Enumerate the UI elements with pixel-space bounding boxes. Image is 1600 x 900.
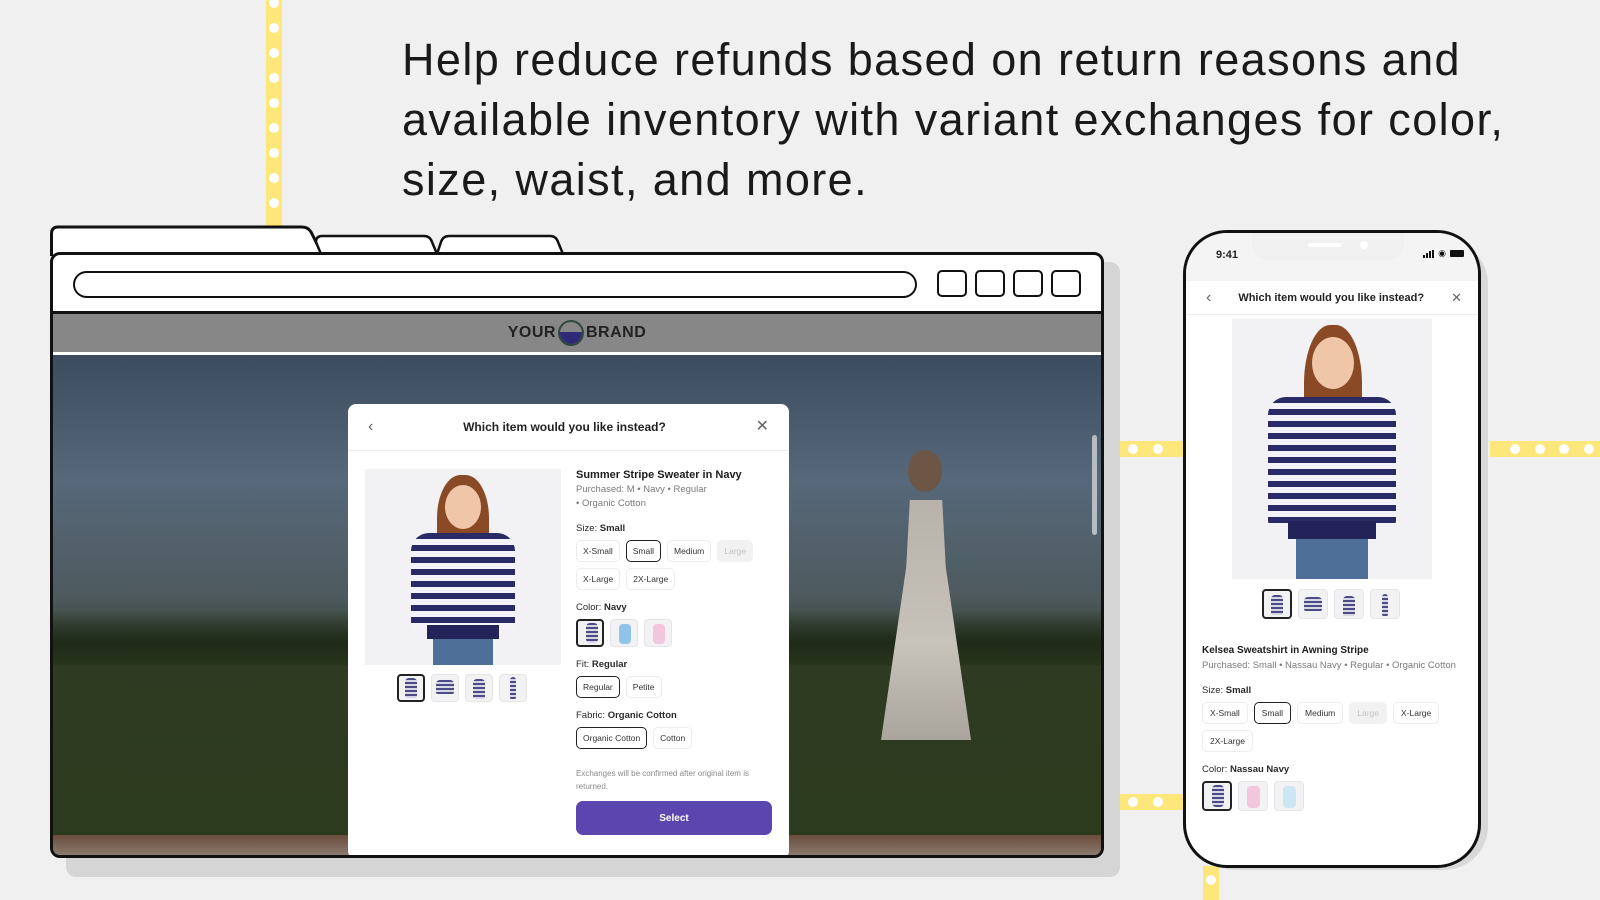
exchange-note: Exchanges will be confirmed after origin… [576, 769, 749, 791]
color-swatch-light-blue[interactable] [1274, 781, 1304, 811]
modal-title: Which item would you like instead? [463, 420, 666, 434]
window-button[interactable] [975, 270, 1005, 297]
product-image [365, 469, 561, 665]
exchange-modal: ‹ Which item would you like instead? ✕ S… [348, 404, 789, 855]
decorative-track [266, 0, 282, 228]
address-bar[interactable] [73, 271, 917, 298]
phone-mockup: 9:41 ◉ ‹ Which item would you like inste… [1183, 230, 1481, 868]
hero-image: ‹ Which item would you like instead? ✕ S… [53, 355, 1101, 855]
scrollbar[interactable] [1092, 435, 1097, 535]
color-swatch-pink[interactable] [1238, 781, 1268, 811]
fit-option[interactable]: Petite [625, 676, 662, 698]
select-button[interactable]: Select [576, 801, 772, 835]
product-name: Kelsea Sweatshirt in Awning Stripe [1202, 645, 1369, 656]
thumbnail[interactable] [431, 674, 459, 702]
status-bar: 9:41 ◉ [1186, 233, 1478, 281]
thumbnail[interactable] [397, 674, 425, 702]
model-photo [873, 450, 983, 750]
fabric-option[interactable]: Cotton [653, 727, 693, 749]
brand-logo-icon [557, 320, 584, 346]
color-swatch-navy[interactable] [576, 619, 604, 647]
brand-header: YOUR BRAND [53, 314, 1101, 352]
window-button[interactable] [1013, 270, 1043, 297]
thumbnail[interactable] [1370, 589, 1400, 619]
decorative-track [1203, 866, 1219, 900]
fit-options: Regular Petite [576, 676, 776, 698]
purchased-info: Purchased: Small • Nassau Navy • Regular… [1202, 660, 1456, 671]
phone-notch [1252, 233, 1404, 260]
thumbnail[interactable] [1334, 589, 1364, 619]
close-icon[interactable]: ✕ [1451, 291, 1462, 304]
thumbnail[interactable] [1298, 589, 1328, 619]
color-options [576, 619, 776, 647]
size-option[interactable]: X-Large [1393, 702, 1440, 724]
fabric-option[interactable]: Organic Cotton [576, 727, 648, 749]
image-thumbnails [1262, 589, 1400, 619]
fit-option[interactable]: Regular [576, 676, 620, 698]
size-option[interactable]: Medium [1297, 702, 1344, 724]
decorative-track [1120, 794, 1186, 810]
product-name: Summer Stripe Sweater in Navy [576, 469, 742, 481]
size-option[interactable]: 2X-Large [626, 568, 676, 590]
decorative-track [1120, 441, 1186, 457]
thumbnail[interactable] [465, 674, 493, 702]
fabric-options: Organic Cotton Cotton [576, 727, 776, 749]
size-option[interactable]: X-Small [576, 540, 620, 562]
size-option[interactable]: Medium [667, 540, 712, 562]
color-label: Color: Nassau Navy [1202, 764, 1290, 775]
thumbnail[interactable] [1262, 589, 1292, 619]
purchased-line: • Organic Cotton [576, 498, 646, 509]
window-button[interactable] [937, 270, 967, 297]
brand-text-right: BRAND [585, 324, 647, 341]
size-option[interactable]: X-Large [576, 568, 621, 590]
fit-label: Fit: Regular [576, 659, 628, 670]
purchased-info: Purchased: M • Navy • Regular • Organic … [576, 483, 776, 511]
decorative-track [1490, 441, 1600, 457]
battery-icon [1450, 250, 1464, 257]
size-label: Size: Small [576, 523, 626, 534]
thumbnail[interactable] [499, 674, 527, 702]
size-option[interactable]: Small [625, 540, 662, 562]
window-button[interactable] [1051, 270, 1081, 297]
size-option[interactable]: Small [1253, 702, 1292, 724]
status-time: 9:41 [1216, 249, 1239, 261]
color-swatch-navy[interactable] [1202, 781, 1232, 811]
size-option: Large [1349, 702, 1388, 724]
browser-window: YOUR BRAND ‹ Which item would you like i… [50, 252, 1104, 858]
size-option[interactable]: 2X-Large [1202, 730, 1253, 752]
size-options: X-Small Small Medium Large X-Large 2X-La… [1202, 702, 1467, 752]
purchased-line: Purchased: M • Navy • Regular [576, 484, 707, 495]
image-thumbnails [397, 674, 527, 702]
color-label: Color: Navy [576, 602, 627, 613]
modal-title: Which item would you like instead? [1238, 291, 1425, 304]
size-label: Size: Small [1202, 685, 1252, 696]
color-swatch-light-blue[interactable] [610, 619, 638, 647]
fabric-label: Fabric: Organic Cotton [576, 710, 677, 721]
store-page: YOUR BRAND ‹ Which item would you like i… [53, 311, 1101, 855]
product-image [1232, 319, 1432, 579]
wifi-icon: ◉ [1438, 248, 1446, 258]
signal-icon [1423, 249, 1435, 258]
size-option: Large [717, 540, 754, 562]
headline: Help reduce refunds based on return reas… [402, 34, 1505, 205]
brand-text-left: YOUR [507, 324, 556, 341]
size-option[interactable]: X-Small [1202, 702, 1248, 724]
color-options [1202, 781, 1467, 811]
size-options: X-Small Small Medium Large X-Large 2X-La… [576, 540, 776, 590]
close-icon[interactable]: ✕ [756, 419, 769, 435]
chevron-left-icon[interactable]: ‹ [368, 419, 373, 435]
color-swatch-pink[interactable] [644, 619, 672, 647]
chevron-left-icon[interactable]: ‹ [1206, 289, 1211, 306]
